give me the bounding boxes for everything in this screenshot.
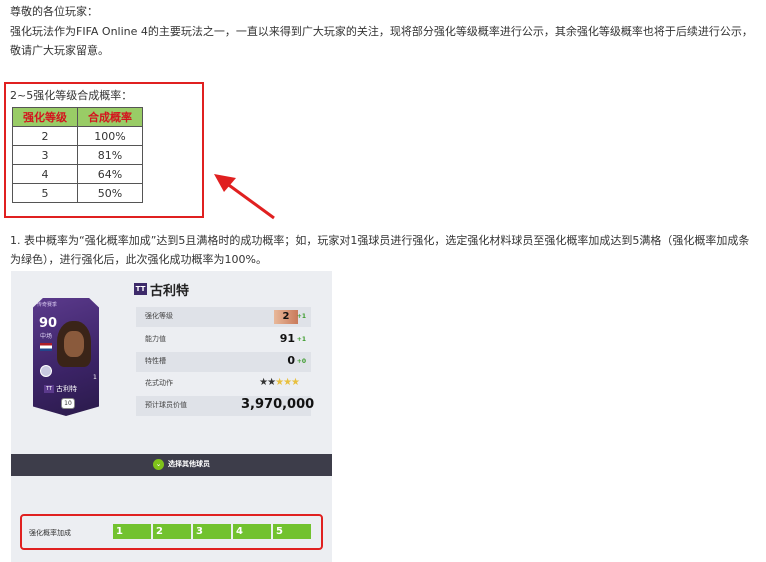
table-row: 2 100%	[12, 126, 143, 146]
stat-value: 0	[287, 354, 295, 367]
header-rate: 合成概率	[77, 107, 143, 127]
stat-row-trait: 特性槽 0 +0	[136, 352, 311, 372]
stat-label: 强化等级	[145, 312, 173, 320]
cell-rate: 81%	[77, 145, 143, 165]
stat-plus: +1	[296, 313, 306, 320]
card-season-text: 传奇赛季	[37, 302, 58, 308]
skill-stars: ★★★★★	[259, 377, 300, 388]
flag-icon	[40, 343, 52, 351]
greeting-text: 尊敬的各位玩家：	[10, 5, 98, 18]
star-filled-icon: ★	[267, 377, 276, 388]
star-empty-icon: ★	[275, 377, 284, 388]
stat-label: 特性槽	[145, 357, 166, 365]
bonus-segment: 4	[233, 524, 271, 539]
stat-label: 预计球员价值	[145, 401, 187, 409]
stat-row-skill: 花式动作 ★★★★★	[136, 374, 311, 394]
stat-plus: +0	[296, 358, 306, 365]
pointer-arrow-icon	[214, 174, 275, 220]
table-row: 3 81%	[12, 145, 143, 165]
stat-value: 91	[279, 332, 295, 345]
star-empty-icon: ★	[283, 377, 292, 388]
cell-rate: 100%	[77, 126, 143, 146]
player-face	[64, 331, 84, 357]
stat-row-level: 强化等级 2 +1	[136, 307, 311, 327]
cell-rate: 50%	[77, 183, 143, 203]
cell-level: 2	[12, 126, 78, 146]
game-screenshot: 传奇赛季 90 中场 1 TT 古利特 10 TT 古利特 强化等级 2 +1 …	[11, 271, 332, 562]
table-row: 5 50%	[12, 183, 143, 203]
table-row: 4 64%	[12, 164, 143, 184]
chevron-down-icon: ⌄	[153, 459, 164, 470]
club-badge-icon	[40, 365, 52, 377]
stat-row-ability: 能力值 91 +1	[136, 330, 311, 350]
card-rating: 90	[39, 316, 58, 331]
season-badge: TT	[134, 283, 147, 295]
select-other-player-bar[interactable]: ⌄ 选择其他球员	[11, 454, 332, 476]
stat-label: 花式动作	[145, 379, 173, 387]
level-chip: 2	[274, 310, 298, 324]
card-season-badge: TT	[44, 385, 54, 393]
star-empty-icon: ★	[291, 377, 300, 388]
table-caption: 2~5强化等级合成概率：	[10, 89, 133, 102]
bonus-segment: 2	[153, 524, 191, 539]
stat-label: 能力值	[145, 335, 166, 343]
select-other-label: 选择其他球员	[168, 460, 210, 468]
card-position: 中场	[40, 333, 53, 340]
card-level-badge: 10	[61, 398, 75, 409]
stat-plus: +1	[296, 336, 306, 343]
cell-level: 4	[12, 164, 78, 184]
note-paragraph: 1. 表中概率为“强化概率加成”达到5且满格时的成功概率；如，玩家对1强球员进行…	[10, 234, 750, 266]
bonus-segment: 3	[193, 524, 231, 539]
cell-rate: 64%	[77, 164, 143, 184]
card-player-name: 古利特	[56, 385, 77, 393]
player-name: 古利特	[150, 284, 190, 299]
cell-level: 3	[12, 145, 78, 165]
bonus-label: 强化概率加成	[29, 529, 71, 537]
card-number: 1	[93, 374, 97, 381]
cell-level: 5	[12, 183, 78, 203]
star-filled-icon: ★	[259, 377, 268, 388]
header-level: 强化等级	[12, 107, 78, 127]
bonus-segment: 5	[273, 524, 311, 539]
stat-row-price: 预计球员价值 3,970,000	[136, 396, 315, 416]
probability-table: 强化等级 合成概率 2 100% 3 81% 4 64% 5 50%	[12, 107, 143, 203]
price-value: 3,970,000	[241, 397, 315, 412]
intro-paragraph: 强化玩法作为FIFA Online 4的主要玩法之一，一直以来得到广大玩家的关注…	[10, 25, 753, 57]
bonus-segment: 1	[113, 524, 151, 539]
table-header-row: 强化等级 合成概率	[12, 107, 143, 127]
